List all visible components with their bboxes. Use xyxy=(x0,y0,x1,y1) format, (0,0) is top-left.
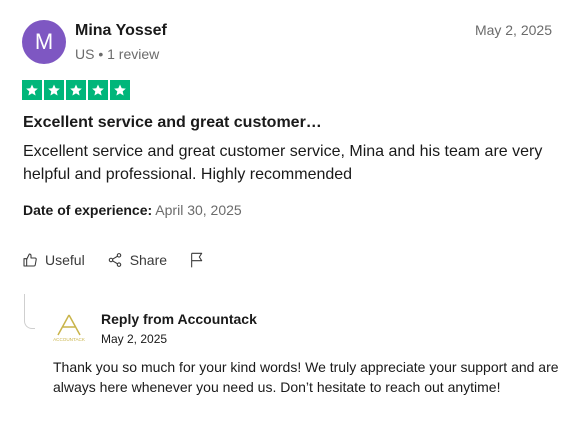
avatar[interactable]: M xyxy=(22,20,66,64)
review-text: Excellent service and great customer ser… xyxy=(23,143,543,183)
reviewer-name[interactable]: Mina Yossef xyxy=(75,22,167,40)
reply-date: May 2, 2025 xyxy=(101,332,168,346)
share-label: Share xyxy=(129,252,168,268)
review-title[interactable]: Excellent service and great customer… xyxy=(23,114,322,132)
star-icon xyxy=(110,80,130,100)
star-rating xyxy=(22,80,130,102)
date-of-experience-value: April 30, 2025 xyxy=(155,202,242,218)
share-icon xyxy=(107,252,123,268)
flag-button[interactable] xyxy=(189,251,205,269)
useful-button[interactable]: Useful xyxy=(22,252,85,268)
accountack-logo: ACCOUNTACK xyxy=(52,313,86,343)
reply-title: Reply from Accountack xyxy=(101,311,257,327)
star-icon xyxy=(88,80,108,100)
reviewer-meta: US • 1 review xyxy=(75,46,160,62)
reply-connector xyxy=(24,294,35,329)
review-actions: Useful Share xyxy=(22,251,227,269)
star-icon xyxy=(66,80,86,100)
useful-label: Useful xyxy=(45,252,85,268)
review-date: May 2, 2025 xyxy=(474,22,552,38)
logo-text: ACCOUNTACK xyxy=(53,337,86,342)
star-icon xyxy=(22,80,42,100)
share-button[interactable]: Share xyxy=(107,252,167,268)
thumbs-up-icon xyxy=(22,252,38,268)
date-of-experience-label: Date of experience: xyxy=(23,202,153,218)
reply-text: Thank you so much for your kind words! W… xyxy=(53,359,559,395)
flag-icon xyxy=(189,251,205,269)
star-icon xyxy=(44,80,64,100)
date-of-experience: Date of experience: April 30, 2025 xyxy=(23,202,242,218)
